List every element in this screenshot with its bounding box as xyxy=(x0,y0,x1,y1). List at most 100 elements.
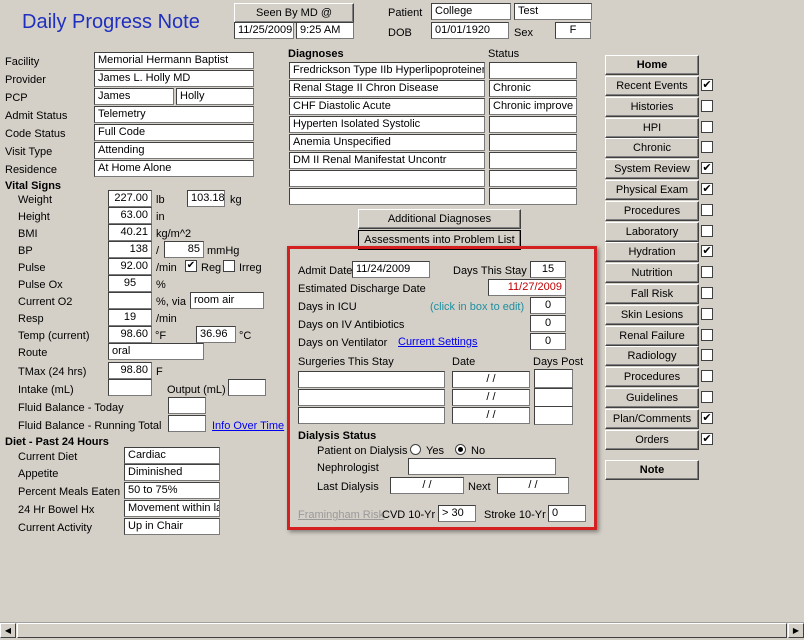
current-o2-field[interactable] xyxy=(108,292,152,309)
o2-via-field[interactable]: room air xyxy=(190,292,264,309)
nav-checkbox[interactable]: ✔ xyxy=(701,432,713,445)
activity-field[interactable]: Up in Chair xyxy=(124,518,220,535)
residence-field[interactable]: At Home Alone xyxy=(94,160,254,177)
appetite-field[interactable]: Diminished xyxy=(124,464,220,481)
diagnosis-status-field[interactable] xyxy=(489,62,577,79)
pulse-field[interactable]: 92.00 xyxy=(108,258,152,275)
iv-field[interactable]: 0 xyxy=(530,315,566,332)
scroll-thumb[interactable] xyxy=(17,623,787,638)
surgery-2-field[interactable] xyxy=(298,389,445,406)
seen-date-field[interactable]: 11/25/2009 xyxy=(234,22,294,39)
pcp-last-field[interactable]: Holly xyxy=(176,88,254,105)
tmax-field[interactable]: 98.80 xyxy=(108,362,152,379)
nav-home-button[interactable]: Home xyxy=(605,55,699,75)
seen-by-md-button[interactable]: Seen By MD @ xyxy=(234,3,354,23)
scroll-left-icon[interactable]: ◀ xyxy=(0,623,16,638)
nav-checkbox[interactable] xyxy=(701,203,713,216)
visit-type-field[interactable]: Attending xyxy=(94,142,254,159)
nav-checkbox[interactable] xyxy=(701,99,713,112)
dialysis-no-radio[interactable] xyxy=(455,444,466,455)
nav-skin-lesions-button[interactable]: Skin Lesions xyxy=(605,304,699,325)
nav-checkbox[interactable]: ✔ xyxy=(701,162,713,175)
nav-checkbox[interactable] xyxy=(701,120,713,133)
nav-checkbox[interactable] xyxy=(701,328,713,341)
nav-chronic-conditions-button[interactable]: Chronic Conditions xyxy=(605,138,699,172)
weight-lb-field[interactable]: 227.00 xyxy=(108,190,152,207)
vent-field[interactable]: 0 xyxy=(530,333,566,350)
weight-kg-field[interactable]: 103.18 xyxy=(187,190,225,207)
pulse-ox-field[interactable]: 95 xyxy=(108,275,152,292)
patient-first-field[interactable]: College xyxy=(431,3,511,20)
bp-systolic-field[interactable]: 138 xyxy=(108,241,152,258)
nav-checkbox[interactable]: ✔ xyxy=(701,245,713,258)
nav-checkbox[interactable] xyxy=(701,141,713,154)
bp-diastolic-field[interactable]: 85 xyxy=(164,241,204,258)
current-settings-link[interactable]: Current Settings xyxy=(398,336,477,349)
note-button[interactable]: Note xyxy=(605,460,699,480)
next-dialysis-field[interactable]: / / xyxy=(497,477,569,494)
nav-procedures-button[interactable]: Procedures xyxy=(605,367,699,388)
nav-guidelines-button[interactable]: Guidelines xyxy=(605,388,699,408)
diagnosis-name-field[interactable]: CHF Diastolic Acute xyxy=(289,98,485,115)
nav-procedures-button[interactable]: Procedures xyxy=(605,200,699,221)
dob-field[interactable]: 01/01/1920 xyxy=(431,22,509,39)
diagnosis-name-field[interactable]: DM II Renal Manifestat Uncontr xyxy=(289,152,485,169)
nav-checkbox[interactable] xyxy=(701,349,713,362)
diagnosis-status-field[interactable]: Chronic xyxy=(489,80,577,97)
seen-time-field[interactable]: 9:25 AM xyxy=(296,22,354,39)
nav-system-review-button[interactable]: System Review xyxy=(605,159,699,180)
nav-histories-button[interactable]: Histories xyxy=(605,96,699,117)
output-field[interactable] xyxy=(228,379,266,396)
nav-renal-failure-button[interactable]: Renal Failure xyxy=(605,325,699,346)
nav-checkbox[interactable] xyxy=(701,391,713,403)
framingham-link[interactable]: Framingham Risk xyxy=(298,509,384,522)
nephrologist-field[interactable] xyxy=(408,458,556,475)
diagnosis-name-field[interactable]: Anemia Unspecified xyxy=(289,134,485,151)
fluid-running-field[interactable] xyxy=(168,415,206,432)
temp-c-field[interactable]: 36.96 xyxy=(196,326,236,343)
diagnosis-name-field[interactable]: Renal Stage II Chron Disease xyxy=(289,80,485,97)
diagnosis-status-field[interactable]: Chronic improve xyxy=(489,98,577,115)
horizontal-scrollbar[interactable]: ◀ ▶ xyxy=(0,622,804,638)
nav-checkbox[interactable]: ✔ xyxy=(701,79,713,91)
nav-checkbox[interactable] xyxy=(701,370,713,383)
surgery-3-field[interactable] xyxy=(298,407,445,424)
diagnosis-name-field[interactable] xyxy=(289,170,485,187)
nav-hydration-button[interactable]: Hydration xyxy=(605,242,699,263)
surgery-2-days-post[interactable] xyxy=(534,388,573,407)
bowel-field[interactable]: Movement within la xyxy=(124,500,220,517)
resp-field[interactable]: 19 xyxy=(108,309,152,326)
surgery-3-date[interactable]: / / xyxy=(452,407,530,424)
info-over-time-link[interactable]: Info Over Time xyxy=(212,420,284,433)
bmi-field[interactable]: 40.21 xyxy=(108,224,152,241)
pcp-first-field[interactable]: James xyxy=(94,88,174,105)
nav-checkbox[interactable] xyxy=(701,287,713,299)
nav-orders-button[interactable]: Orders xyxy=(605,429,699,450)
nav-recent-events-button[interactable]: Recent Events xyxy=(605,76,699,96)
diagnosis-status-field[interactable] xyxy=(489,152,577,169)
diagnosis-status-field[interactable] xyxy=(489,134,577,151)
nav-radiology-button[interactable]: Radiology xyxy=(605,346,699,367)
patient-last-field[interactable]: Test xyxy=(514,3,592,20)
temp-f-field[interactable]: 98.60 xyxy=(108,326,152,343)
diagnosis-status-field[interactable] xyxy=(489,188,577,205)
days-this-stay-field[interactable]: 15 xyxy=(530,261,566,278)
reg-checkbox[interactable]: ✔ xyxy=(185,260,197,272)
icu-field[interactable]: 0 xyxy=(530,297,566,314)
diagnosis-status-field[interactable] xyxy=(489,116,577,133)
admit-status-field[interactable]: Telemetry xyxy=(94,106,254,123)
fluid-today-field[interactable] xyxy=(168,397,206,414)
surgery-1-date[interactable]: / / xyxy=(452,371,530,388)
nav-checkbox[interactable]: ✔ xyxy=(701,183,713,195)
nav-checkbox[interactable]: ✔ xyxy=(701,411,713,424)
diagnosis-name-field[interactable]: Hyperten Isolated Systolic xyxy=(289,116,485,133)
current-diet-field[interactable]: Cardiac xyxy=(124,447,220,464)
last-dialysis-field[interactable]: / / xyxy=(390,477,464,494)
nav-checkbox[interactable] xyxy=(701,266,713,279)
nav-plan-comments-button[interactable]: Plan/Comments xyxy=(605,408,699,429)
nav-checkbox[interactable] xyxy=(701,307,713,320)
admit-date-field[interactable]: 11/24/2009 xyxy=(352,261,430,278)
surgery-1-field[interactable] xyxy=(298,371,445,388)
height-field[interactable]: 63.00 xyxy=(108,207,152,224)
route-field[interactable]: oral xyxy=(108,343,204,360)
